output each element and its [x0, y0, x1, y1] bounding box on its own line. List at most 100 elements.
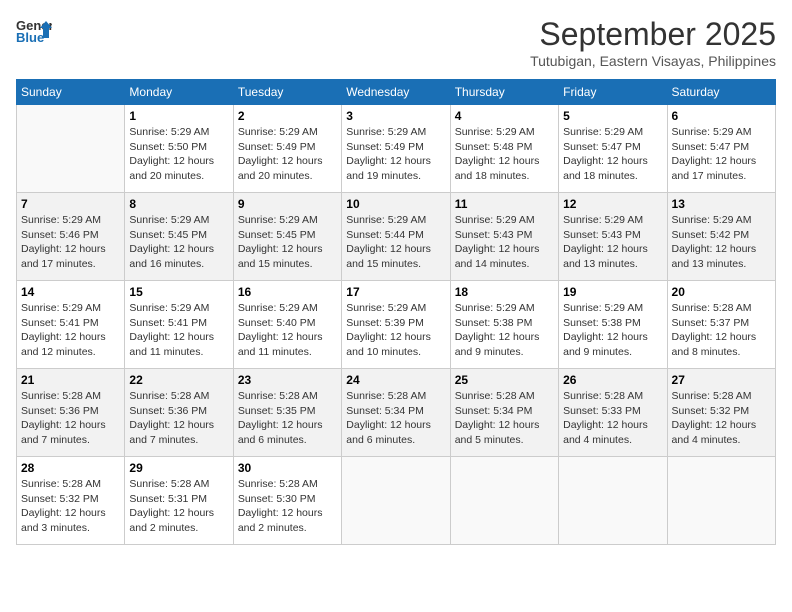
day-info: Sunrise: 5:28 AM Sunset: 5:31 PM Dayligh… [129, 477, 228, 536]
day-number: 23 [238, 373, 337, 387]
calendar-cell: 8 Sunrise: 5:29 AM Sunset: 5:45 PM Daylig… [125, 193, 233, 281]
calendar-cell: 2Sunrise: 5:29 AM Sunset: 5:49 PM Daylig… [233, 105, 341, 193]
day-info: Sunrise: 5:29 AM Sunset: 5:45 PM Dayligh… [238, 213, 337, 272]
day-number: 11 [455, 197, 554, 211]
calendar-cell [17, 105, 125, 193]
day-number: 24 [346, 373, 445, 387]
calendar-cell: 15 Sunrise: 5:29 AM Sunset: 5:41 PM Dayli… [125, 281, 233, 369]
calendar-cell: 17 Sunrise: 5:29 AM Sunset: 5:39 PM Dayli… [342, 281, 450, 369]
day-header-saturday: Saturday [667, 80, 775, 105]
calendar-table: SundayMondayTuesdayWednesdayThursdayFrid… [16, 79, 776, 545]
calendar-cell [450, 457, 558, 545]
day-info: Sunrise: 5:29 AM Sunset: 5:41 PM Dayligh… [129, 301, 228, 360]
day-info: Sunrise: 5:29 AM Sunset: 5:43 PM Dayligh… [563, 213, 662, 272]
day-info: Sunrise: 5:29 AM Sunset: 5:47 PM Dayligh… [563, 125, 662, 184]
calendar-cell: 16 Sunrise: 5:29 AM Sunset: 5:40 PM Dayli… [233, 281, 341, 369]
day-number: 18 [455, 285, 554, 299]
day-number: 6 [672, 109, 771, 123]
day-number: 8 [129, 197, 228, 211]
calendar-cell: 4 Sunrise: 5:29 AM Sunset: 5:48 PM Daylig… [450, 105, 558, 193]
calendar-cell: 27Sunrise: 5:28 AM Sunset: 5:32 PM Dayli… [667, 369, 775, 457]
day-info: Sunrise: 5:29 AM Sunset: 5:50 PM Dayligh… [129, 125, 228, 184]
day-info: Sunrise: 5:29 AM Sunset: 5:44 PM Dayligh… [346, 213, 445, 272]
day-info: Sunrise: 5:28 AM Sunset: 5:34 PM Dayligh… [455, 389, 554, 448]
day-number: 30 [238, 461, 337, 475]
day-info: Sunrise: 5:29 AM Sunset: 5:45 PM Dayligh… [129, 213, 228, 272]
day-number: 5 [563, 109, 662, 123]
day-info: Sunrise: 5:28 AM Sunset: 5:36 PM Dayligh… [21, 389, 120, 448]
day-number: 16 [238, 285, 337, 299]
calendar-cell: 10 Sunrise: 5:29 AM Sunset: 5:44 PM Dayli… [342, 193, 450, 281]
day-number: 15 [129, 285, 228, 299]
calendar-cell: 1 Sunrise: 5:29 AM Sunset: 5:50 PM Daylig… [125, 105, 233, 193]
day-info: Sunrise: 5:29 AM Sunset: 5:38 PM Dayligh… [455, 301, 554, 360]
day-info: Sunrise: 5:29 AM Sunset: 5:43 PM Dayligh… [455, 213, 554, 272]
day-info: Sunrise: 5:28 AM Sunset: 5:32 PM Dayligh… [21, 477, 120, 536]
calendar-cell [559, 457, 667, 545]
days-header-row: SundayMondayTuesdayWednesdayThursdayFrid… [17, 80, 776, 105]
week-row-3: 14 Sunrise: 5:29 AM Sunset: 5:41 PM Dayli… [17, 281, 776, 369]
day-number: 2 [238, 109, 337, 123]
calendar-cell: 29 Sunrise: 5:28 AM Sunset: 5:31 PM Dayli… [125, 457, 233, 545]
day-info: Sunrise: 5:29 AM Sunset: 5:40 PM Dayligh… [238, 301, 337, 360]
day-info: Sunrise: 5:29 AM Sunset: 5:48 PM Dayligh… [455, 125, 554, 184]
month-year: September 2025 [530, 16, 776, 53]
day-number: 4 [455, 109, 554, 123]
day-info: Sunrise: 5:29 AM Sunset: 5:49 PM Dayligh… [346, 125, 445, 184]
day-number: 13 [672, 197, 771, 211]
calendar-cell: 6 Sunrise: 5:29 AM Sunset: 5:47 PM Daylig… [667, 105, 775, 193]
header: General Blue September 2025 Tutubigan, E… [16, 16, 776, 69]
location: Tutubigan, Eastern Visayas, Philippines [530, 53, 776, 69]
calendar-cell: 7Sunrise: 5:29 AM Sunset: 5:46 PM Daylig… [17, 193, 125, 281]
day-number: 21 [21, 373, 120, 387]
calendar-cell: 5 Sunrise: 5:29 AM Sunset: 5:47 PM Daylig… [559, 105, 667, 193]
day-number: 25 [455, 373, 554, 387]
day-info: Sunrise: 5:29 AM Sunset: 5:38 PM Dayligh… [563, 301, 662, 360]
calendar-cell: 20 Sunrise: 5:28 AM Sunset: 5:37 PM Dayli… [667, 281, 775, 369]
calendar-cell: 23 Sunrise: 5:28 AM Sunset: 5:35 PM Dayli… [233, 369, 341, 457]
calendar-cell [342, 457, 450, 545]
day-header-sunday: Sunday [17, 80, 125, 105]
day-info: Sunrise: 5:28 AM Sunset: 5:32 PM Dayligh… [672, 389, 771, 448]
day-number: 3 [346, 109, 445, 123]
day-info: Sunrise: 5:29 AM Sunset: 5:47 PM Dayligh… [672, 125, 771, 184]
day-info: Sunrise: 5:28 AM Sunset: 5:36 PM Dayligh… [129, 389, 228, 448]
calendar-cell: 21 Sunrise: 5:28 AM Sunset: 5:36 PM Dayli… [17, 369, 125, 457]
day-number: 20 [672, 285, 771, 299]
week-row-2: 7Sunrise: 5:29 AM Sunset: 5:46 PM Daylig… [17, 193, 776, 281]
day-number: 19 [563, 285, 662, 299]
calendar-cell: 12 Sunrise: 5:29 AM Sunset: 5:43 PM Dayli… [559, 193, 667, 281]
day-number: 26 [563, 373, 662, 387]
day-number: 29 [129, 461, 228, 475]
week-row-4: 21 Sunrise: 5:28 AM Sunset: 5:36 PM Dayli… [17, 369, 776, 457]
day-header-wednesday: Wednesday [342, 80, 450, 105]
day-info: Sunrise: 5:29 AM Sunset: 5:39 PM Dayligh… [346, 301, 445, 360]
day-number: 12 [563, 197, 662, 211]
day-info: Sunrise: 5:28 AM Sunset: 5:37 PM Dayligh… [672, 301, 771, 360]
day-info: Sunrise: 5:28 AM Sunset: 5:35 PM Dayligh… [238, 389, 337, 448]
calendar-cell: 22Sunrise: 5:28 AM Sunset: 5:36 PM Dayli… [125, 369, 233, 457]
calendar-cell: 9 Sunrise: 5:29 AM Sunset: 5:45 PM Daylig… [233, 193, 341, 281]
day-number: 9 [238, 197, 337, 211]
title-area: September 2025 Tutubigan, Eastern Visaya… [530, 16, 776, 69]
calendar-cell: 19 Sunrise: 5:29 AM Sunset: 5:38 PM Dayli… [559, 281, 667, 369]
day-info: Sunrise: 5:28 AM Sunset: 5:30 PM Dayligh… [238, 477, 337, 536]
day-number: 7 [21, 197, 120, 211]
day-number: 10 [346, 197, 445, 211]
day-number: 17 [346, 285, 445, 299]
calendar-cell: 30 Sunrise: 5:28 AM Sunset: 5:30 PM Dayli… [233, 457, 341, 545]
calendar-cell: 3 Sunrise: 5:29 AM Sunset: 5:49 PM Daylig… [342, 105, 450, 193]
day-info: Sunrise: 5:28 AM Sunset: 5:34 PM Dayligh… [346, 389, 445, 448]
day-number: 14 [21, 285, 120, 299]
week-row-5: 28 Sunrise: 5:28 AM Sunset: 5:32 PM Dayli… [17, 457, 776, 545]
day-header-friday: Friday [559, 80, 667, 105]
calendar-cell: 11 Sunrise: 5:29 AM Sunset: 5:43 PM Dayli… [450, 193, 558, 281]
day-number: 1 [129, 109, 228, 123]
day-number: 28 [21, 461, 120, 475]
logo-icon: General Blue [16, 16, 52, 46]
logo: General Blue [16, 16, 52, 46]
day-info: Sunrise: 5:29 AM Sunset: 5:41 PM Dayligh… [21, 301, 120, 360]
calendar-cell: 28 Sunrise: 5:28 AM Sunset: 5:32 PM Dayli… [17, 457, 125, 545]
day-header-tuesday: Tuesday [233, 80, 341, 105]
calendar-cell: 14 Sunrise: 5:29 AM Sunset: 5:41 PM Dayli… [17, 281, 125, 369]
